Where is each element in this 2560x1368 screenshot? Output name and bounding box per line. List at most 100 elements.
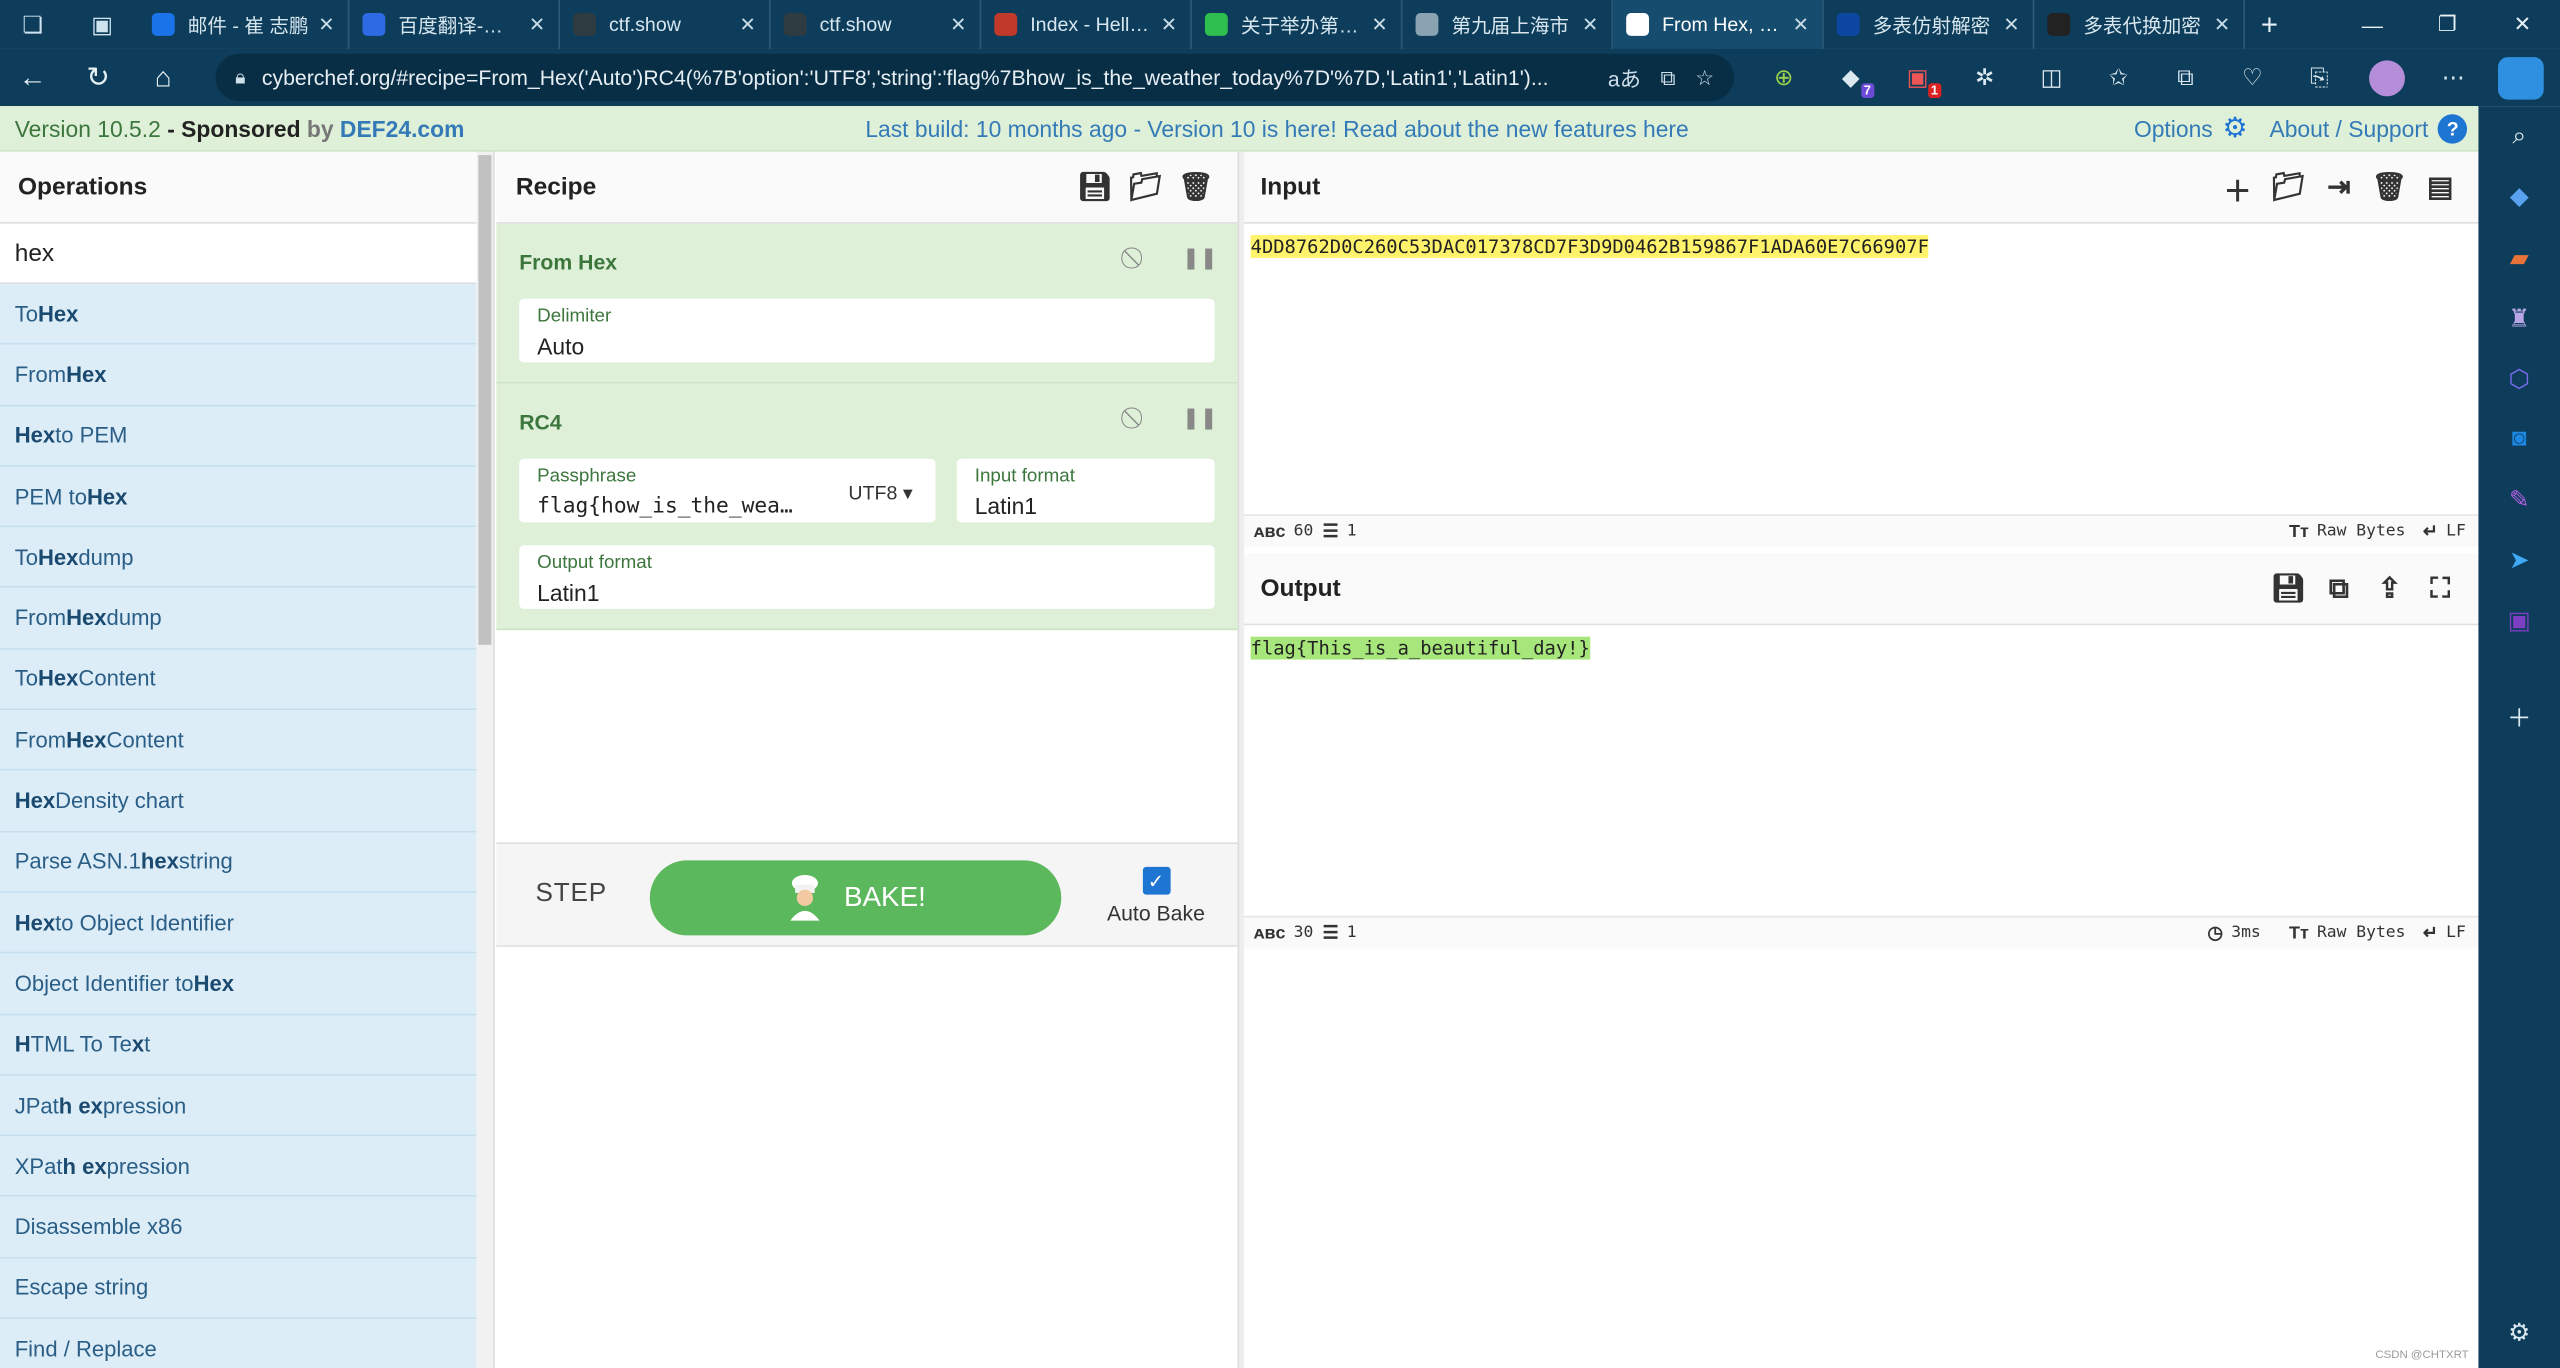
operation-item[interactable]: Hex to PEM [0,405,477,467]
build-notice-link[interactable]: Last build: 10 months ago - Version 10 i… [865,115,1688,141]
tab-close-icon[interactable]: ✕ [1161,13,1177,36]
sidebar-m365-icon[interactable]: ⬡ [2478,364,2560,394]
browser-tab[interactable]: From Hex, RC4 ✕ [1613,0,1824,49]
sidebar-search-icon[interactable]: ⌕ [2478,122,2560,150]
minimize-button[interactable]: — [2335,0,2410,49]
favorites-icon[interactable]: ✩ [2085,49,2152,106]
options-button[interactable]: Options ⚙ [2134,112,2247,145]
input-charenc[interactable]: Tт Raw Bytes [2289,522,2405,542]
sidebar-add-icon[interactable]: ＋ [2478,700,2560,734]
operation-item[interactable]: JPat h ex pression [0,1075,477,1137]
tab-close-icon[interactable]: ✕ [740,13,756,36]
tab-close-icon[interactable]: ✕ [318,13,334,36]
clear-input-icon[interactable]: 🗑︎ [2364,171,2415,204]
back-button[interactable]: ← [0,49,65,106]
sponsor-link[interactable]: DEF24.com [340,115,464,141]
operation-item[interactable]: XPat h ex pression [0,1136,477,1198]
operation-item[interactable]: Escape string [0,1258,477,1320]
operation-item[interactable]: Disassemble x86 [0,1197,477,1259]
sidebar-settings-icon[interactable]: ⚙ [2478,1317,2560,1347]
restore-button[interactable]: ❐ [2410,0,2485,49]
operation-item[interactable]: To Hex [0,284,477,345]
recipe-op-rc4[interactable]: RC4 ⃠ ❚❚ Passphrase flag{how_is_the_wea…… [496,383,1238,631]
browser-tab[interactable]: ctf.show ✕ [771,0,982,49]
collections-icon[interactable]: ⧉ [2152,49,2219,106]
operation-item[interactable]: PEM to Hex [0,466,477,528]
about-support-button[interactable]: About / Support ? [2269,113,2468,143]
add-input-icon[interactable]: ＋ [2212,167,2263,208]
operation-item[interactable]: Object Identifier to Hex [0,953,477,1015]
extension-badge-icon[interactable]: ◆ 7 [1817,49,1884,106]
save-output-icon[interactable]: 💾︎ [2263,573,2314,606]
input-eol[interactable]: ↵ LF [2423,521,2466,542]
address-bar[interactable]: 🔒︎ cyberchef.org/#recipe=From_Hex('Auto'… [215,53,1734,102]
browser-essentials-icon[interactable]: ♡ [2219,49,2286,106]
tab-close-icon[interactable]: ✕ [1371,13,1387,36]
passphrase-field[interactable]: Passphrase flag{how_is_the_wea… UTF8 ▾ [519,458,936,523]
workspaces-icon[interactable]: ❏ [0,0,65,49]
tab-close-icon[interactable]: ✕ [529,13,545,36]
app-available-icon[interactable]: ⧉ [1661,64,1676,90]
save-recipe-icon[interactable]: 💾︎ [1069,171,1120,204]
breakpoint-icon[interactable]: ❚❚ [1182,405,1218,431]
browser-tab[interactable]: 多表代换加密 ✕ [2034,0,2245,49]
tab-close-icon[interactable]: ✕ [2003,13,2019,36]
operation-item[interactable]: Find / Replace [0,1319,477,1368]
open-folder-icon[interactable]: ⇥ [2314,171,2365,204]
output-format-field[interactable]: Output format Latin1 [519,545,1215,609]
recipe-op-from-hex[interactable]: From Hex ⃠ ❚❚ Delimiter Auto [496,223,1238,384]
output-charenc[interactable]: Tт Raw Bytes [2289,923,2405,943]
extension-green-icon[interactable]: ⊕ [1750,49,1817,106]
copy-output-icon[interactable]: ⧉ [2314,573,2365,606]
output-eol[interactable]: ↵ LF [2423,922,2466,944]
site-info-icon[interactable]: 🔒︎ [235,65,245,89]
browser-tab[interactable]: Index - Hello C ✕ [981,0,1192,49]
sidebar-games-icon[interactable]: ♜ [2478,304,2560,333]
tab-close-icon[interactable]: ✕ [2214,13,2230,36]
url-text[interactable]: cyberchef.org/#recipe=From_Hex('Auto')RC… [262,65,1588,89]
extensions-puzzle-icon[interactable]: ✲ [1951,49,2018,106]
load-recipe-icon[interactable]: 📁︎ [1120,171,1171,204]
operations-scrollbar[interactable] [476,151,495,1368]
passphrase-encoding-select[interactable]: UTF8 ▾ [848,482,912,505]
browser-tab[interactable]: ctf.show ✕ [560,0,771,49]
operation-item[interactable]: From Hex dump [0,588,477,650]
input-format-field[interactable]: Input format Latin1 [956,458,1215,523]
delimiter-value[interactable]: Auto [537,333,584,359]
passphrase-value[interactable]: flag{how_is_the_wea… [537,495,793,519]
tab-close-icon[interactable]: ✕ [1582,13,1598,36]
sidebar-tag-icon[interactable]: ◆ [2478,181,2560,211]
reset-layout-icon[interactable]: ▤ [2415,171,2466,204]
copilot-icon[interactable] [2487,49,2554,106]
tab-actions-icon[interactable]: ▣ [65,0,138,49]
clear-recipe-icon[interactable]: 🗑︎ [1171,171,1222,204]
profile-avatar[interactable] [2353,49,2420,106]
operation-item[interactable]: To Hex Content [0,649,477,711]
operation-item[interactable]: Hex to Object Identifier [0,892,477,954]
browser-tab[interactable]: 第九届上海市 ✕ [1402,0,1614,49]
operation-item[interactable]: Hex Density chart [0,771,477,833]
breakpoint-icon[interactable]: ❚❚ [1182,245,1218,271]
open-file-icon[interactable]: 📁︎ [2263,171,2314,204]
bake-button[interactable]: BAKE! [649,860,1062,936]
browser-tab[interactable]: 关于举办第九届 ✕ [1192,0,1403,49]
favorite-star-icon[interactable]: ☆ [1695,64,1714,90]
output-format-value[interactable]: Latin1 [537,580,599,606]
translate-icon[interactable]: aあ [1608,62,1641,93]
replace-input-icon[interactable]: ⇪ [2364,573,2415,606]
close-window-button[interactable]: ✕ [2485,0,2560,49]
sidebar-onenote-icon[interactable]: ▣ [2478,606,2560,635]
step-button[interactable]: STEP [536,880,608,909]
sidebar-send-icon[interactable]: ➤ [2478,545,2560,575]
browser-tab[interactable]: 邮件 - 崔 志鹏 ✕ [139,0,350,49]
auto-bake-checkbox[interactable]: ✓ Auto Bake [1107,866,1205,926]
more-menu-icon[interactable]: ⋯ [2420,49,2487,106]
operation-item[interactable]: From Hex Content [0,710,477,772]
operations-search-input[interactable]: hex [0,224,477,285]
input-textarea[interactable]: 4DD8762D0C260C53DAC017378CD7F3D9D0462B15… [1250,233,1929,259]
tab-close-icon[interactable]: ✕ [1793,13,1809,36]
input-format-value[interactable]: Latin1 [975,493,1037,519]
output-textarea[interactable]: flag{This_is_a_beautiful_day!} [1250,635,1590,661]
maximise-output-icon[interactable]: ⛶ [2415,573,2466,606]
share-icon[interactable]: ⎘ [2286,49,2353,106]
